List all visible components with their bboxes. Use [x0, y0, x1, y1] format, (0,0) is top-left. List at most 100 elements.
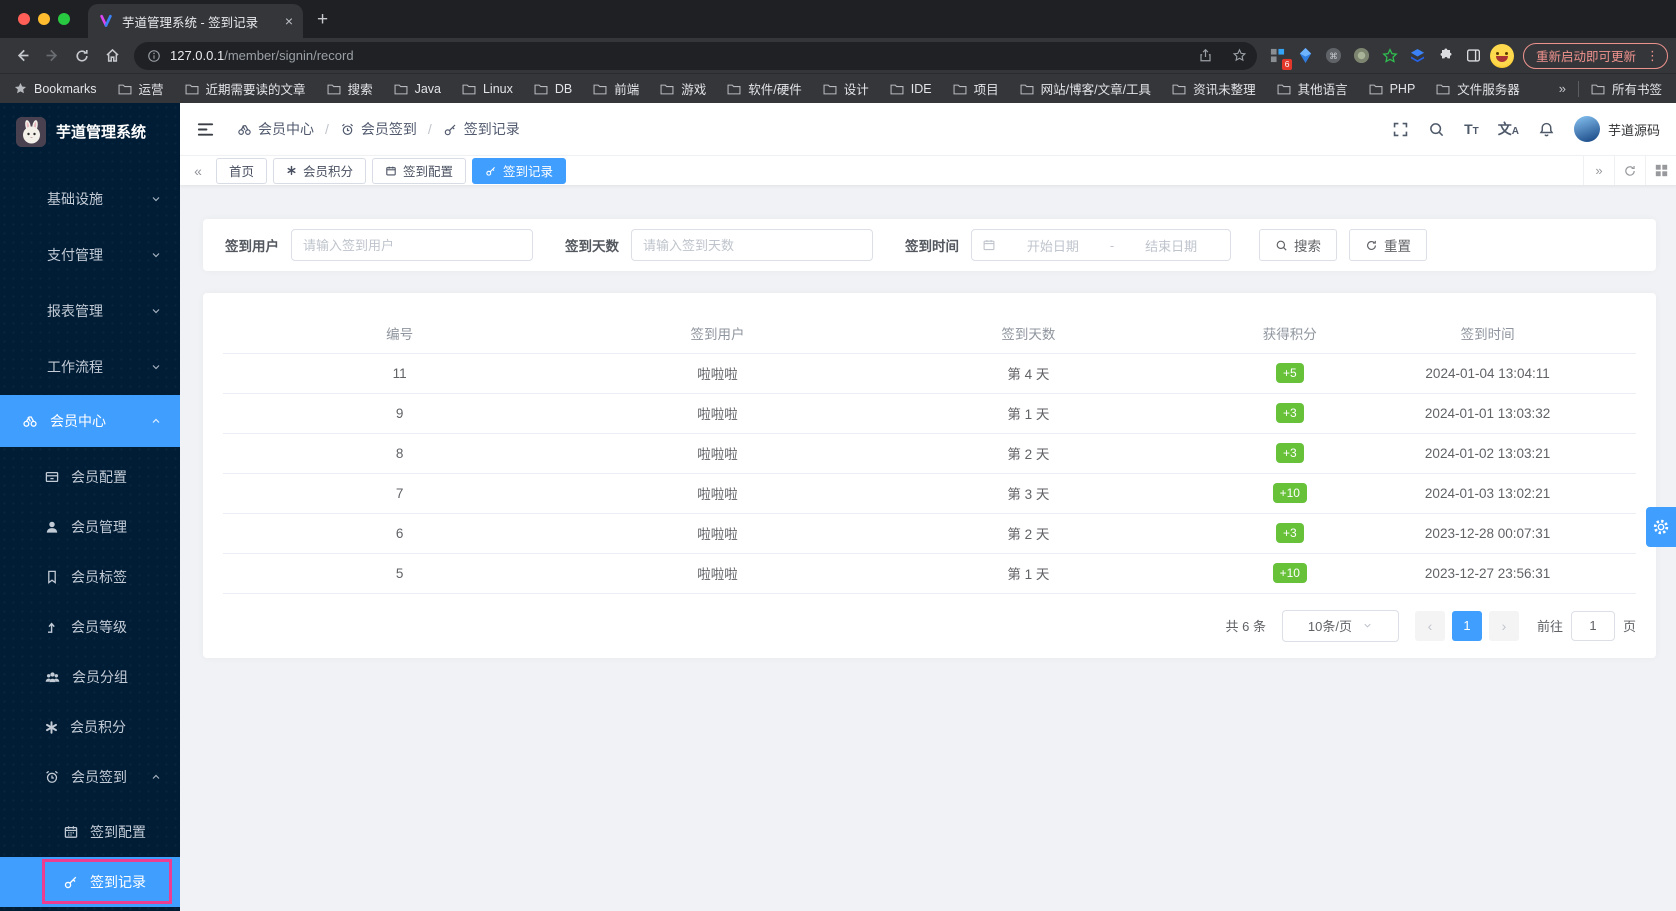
forward-button[interactable] — [38, 42, 66, 70]
bookmark-folder[interactable]: 文件服务器 — [1436, 79, 1520, 98]
bookmark-folder[interactable]: 资讯未整理 — [1172, 79, 1256, 98]
app-logo-row[interactable]: 芋道管理系统 — [0, 103, 180, 160]
sidebar-item-member-signin[interactable]: 会员签到 — [0, 752, 180, 802]
bookmark-folder[interactable]: Linux — [462, 82, 513, 96]
points-badge: +3 — [1275, 403, 1304, 423]
window-close-button[interactable] — [18, 13, 30, 25]
page-tab-signin-config[interactable]: 签到配置 — [372, 157, 467, 184]
sidebar-item-payment[interactable]: 支付管理 — [0, 227, 180, 283]
browser-tab[interactable]: 芋道管理系统 - 签到记录 × — [88, 4, 303, 38]
sidebar-item-member-config[interactable]: 会员配置 — [0, 452, 180, 502]
prev-page-button[interactable]: ‹ — [1414, 610, 1445, 641]
signin-user-input[interactable] — [291, 229, 533, 261]
bookmark-folder[interactable]: IDE — [890, 82, 932, 96]
share-icon[interactable] — [1193, 43, 1219, 69]
bookmark-folder[interactable]: 运营 — [118, 79, 164, 98]
extensions-puzzle-icon[interactable] — [1433, 43, 1459, 69]
extension-star-icon[interactable] — [1377, 43, 1403, 69]
extension-command-icon[interactable]: ⌘ — [1321, 43, 1347, 69]
page-tab-label: 首页 — [229, 165, 255, 179]
reset-button[interactable]: 重置 — [1349, 229, 1427, 261]
all-bookmarks[interactable]: 所有书签 — [1591, 79, 1662, 98]
sidebar-item-member-manage[interactable]: 会员管理 — [0, 502, 180, 552]
search-icon[interactable] — [1428, 121, 1445, 138]
bookmark-star-icon[interactable] — [1227, 43, 1253, 69]
sidebar-item-member-center[interactable]: 会员中心 — [0, 395, 180, 447]
menu-fold-icon[interactable] — [196, 120, 215, 139]
profile-avatar[interactable] — [1489, 43, 1515, 69]
signin-time-range-picker[interactable]: 开始日期 - 结束日期 — [971, 229, 1231, 261]
bookmark-folder[interactable]: 前端 — [593, 79, 639, 98]
bookmarks-bar: Bookmarks 运营 近期需要读的文章 搜索 Java Linux DB 前… — [0, 73, 1676, 103]
reload-button[interactable] — [68, 42, 96, 70]
breadcrumb-member-signin[interactable]: 会员签到 — [340, 119, 417, 139]
sidebar-item-member-level[interactable]: 会员等级 — [0, 602, 180, 652]
bookmark-folder[interactable]: 软件/硬件 — [727, 79, 802, 98]
sidebar-item-signin-record[interactable]: 签到记录 — [0, 857, 180, 907]
bookmark-folder[interactable]: PHP — [1369, 82, 1415, 96]
bookmark-folder[interactable]: 其他语言 — [1277, 79, 1348, 98]
side-panel-icon[interactable] — [1461, 43, 1487, 69]
back-button[interactable] — [8, 42, 36, 70]
cell-user: 啦啦啦 — [576, 393, 859, 434]
site-info-icon[interactable] — [146, 43, 162, 69]
bookmark-folder[interactable]: 近期需要读的文章 — [185, 79, 306, 98]
layout-grid-icon[interactable] — [1645, 156, 1676, 185]
page-tab-home[interactable]: 首页 — [216, 157, 268, 184]
bookmarks-overflow-icon[interactable]: » — [1559, 81, 1566, 96]
bookmark-folder[interactable]: Java — [394, 82, 441, 96]
page-tab-member-points[interactable]: 会员积分 — [273, 157, 367, 184]
tab-close-icon[interactable]: × — [285, 13, 293, 29]
breadcrumb-member-center[interactable]: 会员中心 — [237, 119, 314, 139]
refresh-page-icon[interactable] — [1614, 156, 1645, 185]
cell-days: 第 4 天 — [858, 353, 1198, 394]
bookmark-folder[interactable]: 搜索 — [327, 79, 373, 98]
bookmark-folder[interactable]: 游戏 — [660, 79, 706, 98]
sidebar-item-infrastructure[interactable]: 基础设施 — [0, 171, 180, 227]
bookmark-folder[interactable]: 项目 — [953, 79, 999, 98]
bookmark-folder-label: Java — [414, 81, 441, 96]
user-menu[interactable]: 芋道源码 — [1573, 116, 1660, 142]
extension-kite-icon[interactable] — [1293, 43, 1319, 69]
sidebar-item-member-tags[interactable]: 会员标签 — [0, 552, 180, 602]
address-bar[interactable]: 127.0.0.1/member/signin/record — [134, 41, 1257, 70]
table-card: 编号 签到用户 签到天数 获得积分 签到时间 11 啦啦啦 第 4 天 +5 2… — [203, 293, 1656, 658]
new-tab-button[interactable]: + — [317, 9, 328, 31]
window-minimize-button[interactable] — [38, 13, 50, 25]
url-text: 127.0.0.1/member/signin/record — [170, 48, 1185, 63]
sidebar-item-member-group[interactable]: 会员分组 — [0, 652, 180, 702]
update-chrome-button[interactable]: 重新启动即可更新 ⋮ — [1522, 42, 1668, 69]
home-button[interactable] — [98, 42, 126, 70]
pagination-total: 共 6 条 — [1225, 619, 1266, 634]
page-tab-signin-record[interactable]: 签到记录 — [472, 157, 567, 184]
calendar-icon — [64, 826, 78, 838]
goto-page-input[interactable] — [1570, 610, 1615, 641]
bookmark-folder[interactable]: DB — [534, 82, 572, 96]
browser-menu-icon[interactable]: ⋮ — [1642, 48, 1663, 64]
sidebar-item-reports[interactable]: 报表管理 — [0, 283, 180, 339]
window-controls[interactable] — [18, 13, 70, 25]
signin-days-input[interactable] — [631, 229, 873, 261]
window-zoom-button[interactable] — [58, 13, 70, 25]
notification-bell-icon[interactable] — [1538, 121, 1555, 138]
sidebar-item-signin-config[interactable]: 签到配置 — [0, 807, 180, 857]
cell-points: +10 — [1197, 473, 1382, 514]
sidebar-item-member-points[interactable]: 会员积分 — [0, 702, 180, 752]
language-icon[interactable]: 文A — [1498, 119, 1519, 139]
search-button[interactable]: 搜索 — [1259, 229, 1337, 261]
sidebar-item-workflow[interactable]: 工作流程 — [0, 339, 180, 395]
page-size-select[interactable]: 10条/页 — [1281, 609, 1399, 642]
settings-drawer-button[interactable] — [1646, 507, 1676, 547]
fullscreen-icon[interactable] — [1392, 121, 1409, 138]
tabs-scroll-left-icon[interactable]: « — [180, 163, 216, 179]
extension-circle-icon[interactable] — [1349, 43, 1375, 69]
current-page-button[interactable]: 1 — [1451, 610, 1482, 641]
bookmark-folder[interactable]: 设计 — [823, 79, 869, 98]
bookmarks-root[interactable]: Bookmarks — [14, 82, 97, 96]
tabs-scroll-right-icon[interactable]: » — [1583, 156, 1614, 185]
bookmark-folder[interactable]: 网站/博客/文章/工具 — [1020, 79, 1151, 98]
extension-grid-icon[interactable]: 6 — [1265, 43, 1292, 70]
next-page-button[interactable]: › — [1488, 610, 1519, 641]
font-size-icon[interactable]: TT — [1464, 121, 1479, 137]
extension-layers-icon[interactable] — [1405, 43, 1431, 69]
